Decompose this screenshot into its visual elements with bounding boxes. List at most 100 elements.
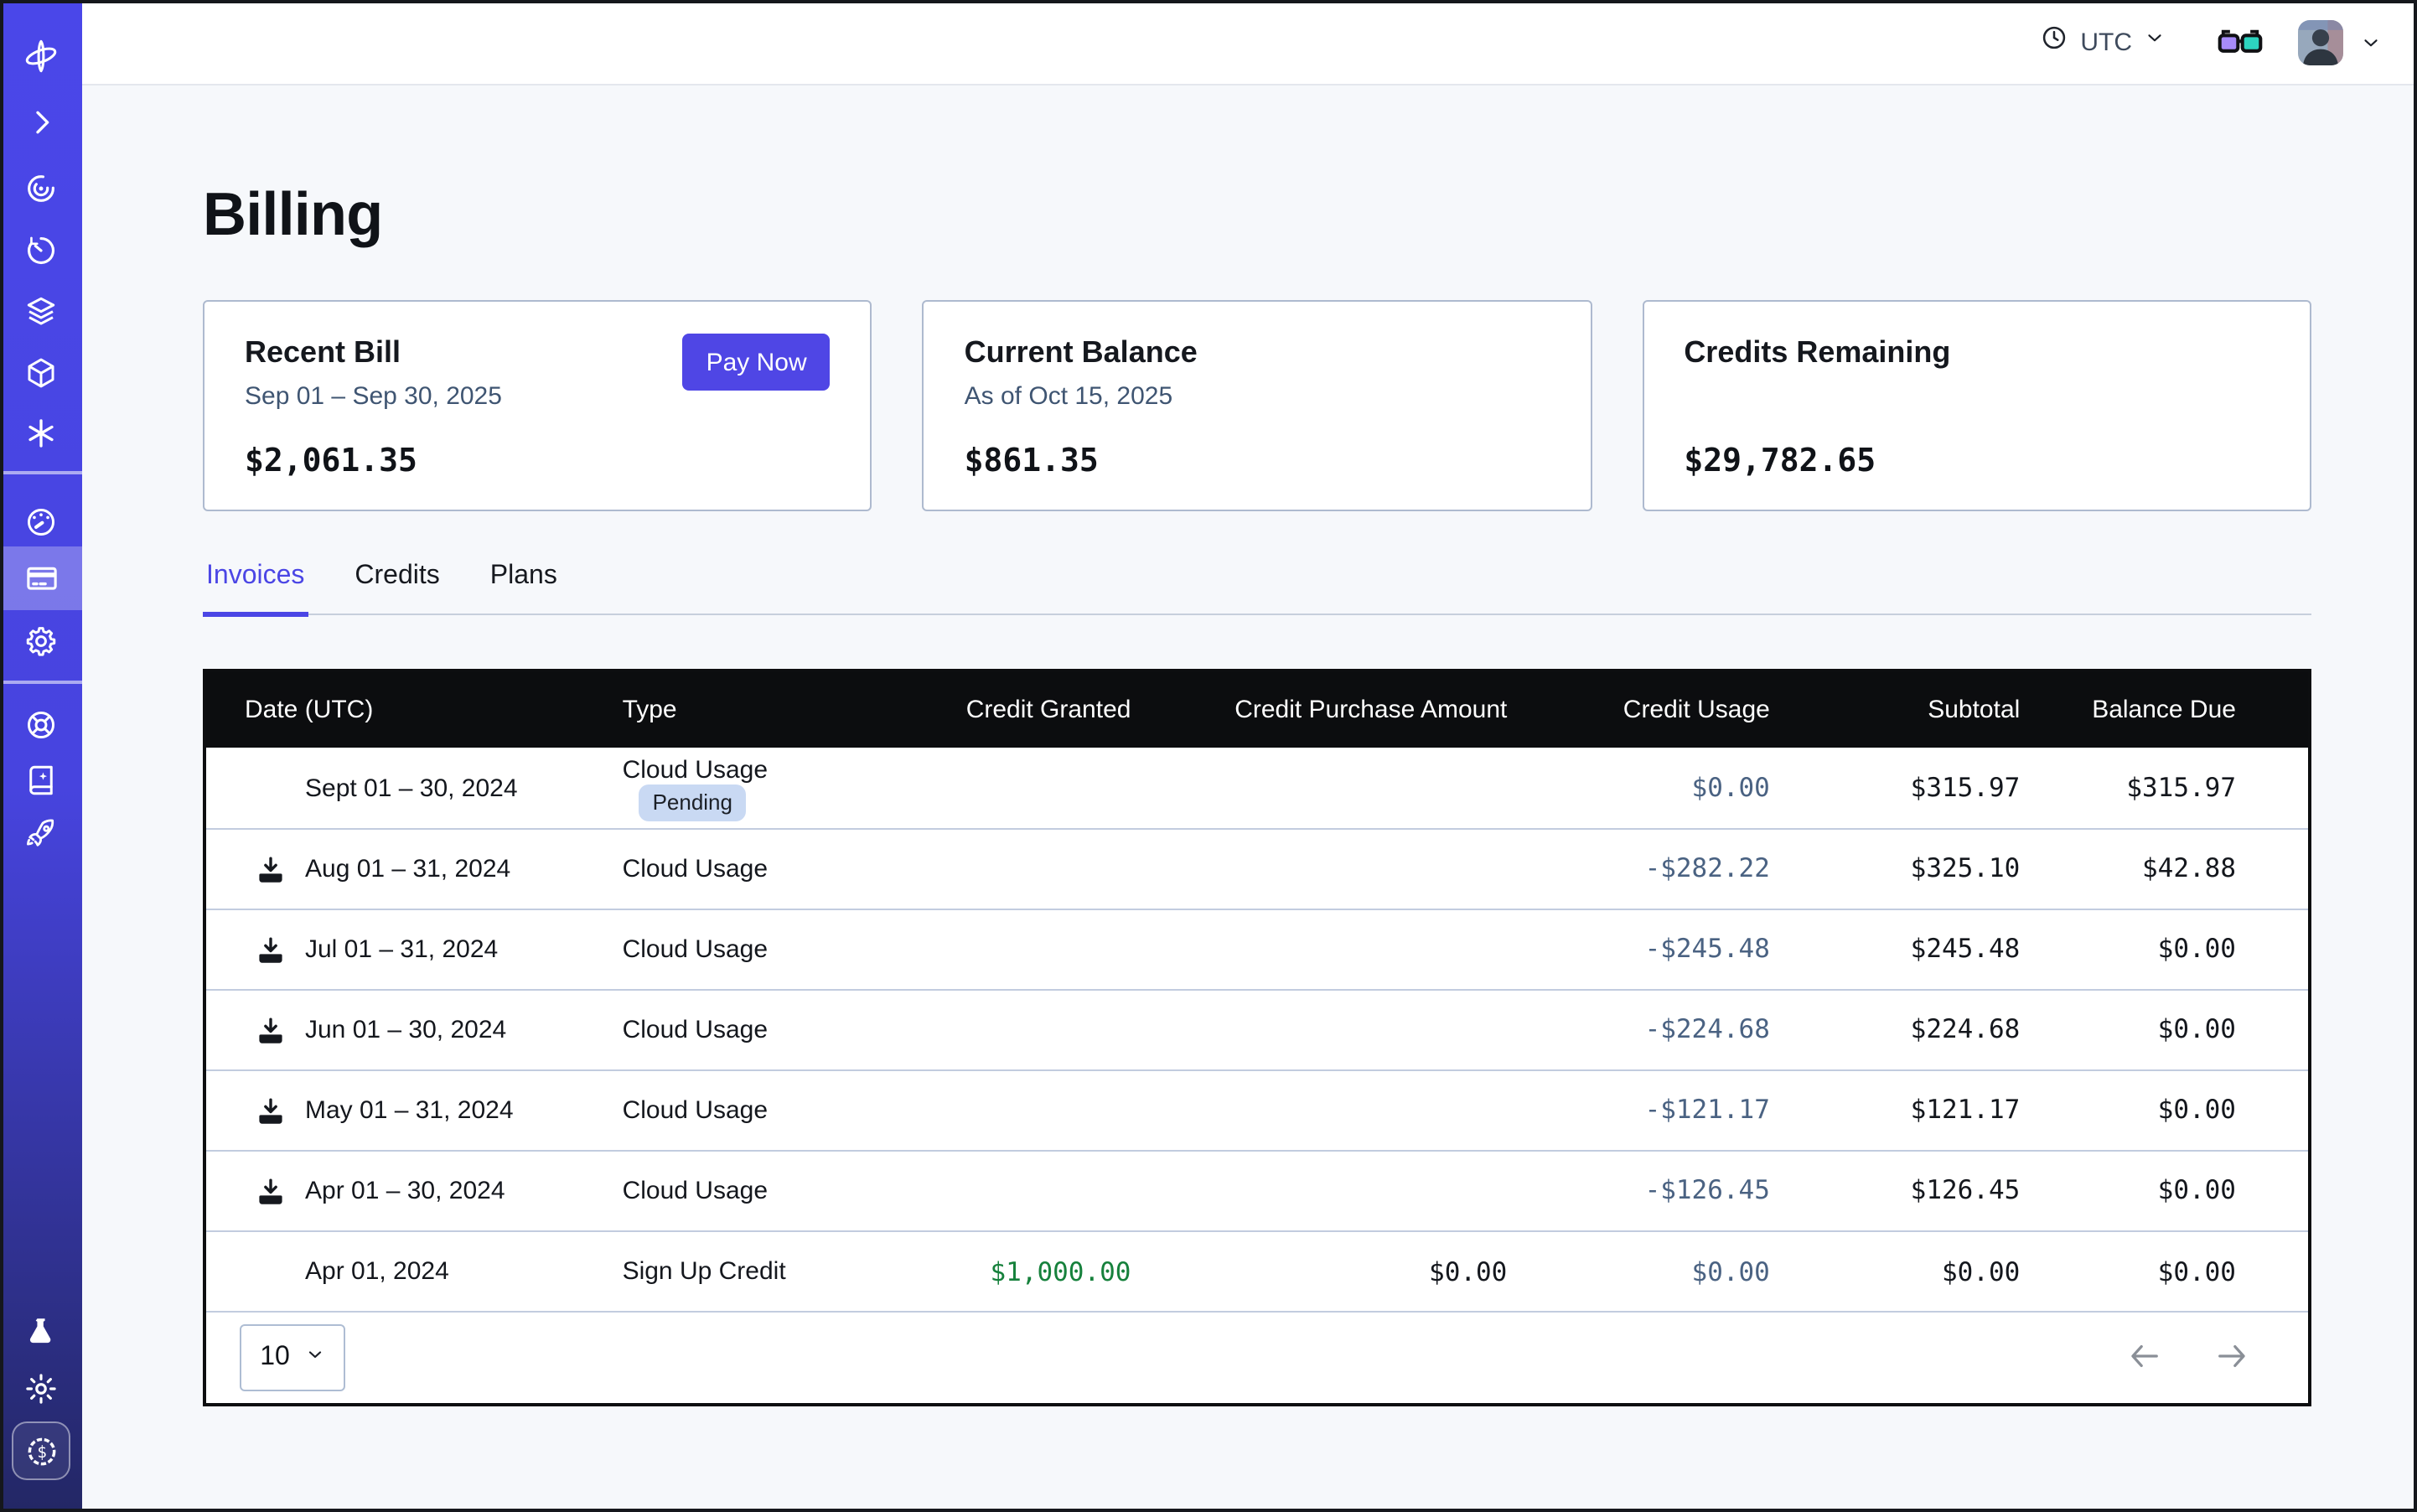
dollar-glyph: $ <box>36 1442 46 1461</box>
subtotal: $126.45 <box>1770 1151 2020 1231</box>
credit-purchase <box>1131 909 1507 990</box>
sidebar-divider <box>0 681 82 684</box>
book-sparkle-icon[interactable] <box>0 759 82 800</box>
tab-invoices[interactable]: Invoices <box>203 562 308 618</box>
card-title: Credits Remaining <box>1684 336 2269 371</box>
summary-cards: Recent Bill Sep 01 – Sep 30, 2025 $2,061… <box>203 301 2311 512</box>
invoice-type: Sign Up Credit <box>623 1231 875 1312</box>
rocket-icon[interactable] <box>0 813 82 853</box>
column-header-credit-purchase: Credit Purchase Amount <box>1131 673 1507 748</box>
chevron-down-icon <box>305 1344 325 1374</box>
timezone-selector[interactable]: UTC <box>2040 23 2166 60</box>
avatar[interactable] <box>2298 19 2343 65</box>
balance-due: $315.97 <box>2020 748 2308 829</box>
timezone-label: UTC <box>2080 28 2132 56</box>
invoices-table: Date (UTC) Type Credit Granted Credit Pu… <box>203 670 2311 1407</box>
dollar-badge-button[interactable]: $ <box>12 1421 70 1480</box>
content: Billing Recent Bill Sep 01 – Sep 30, 202… <box>82 85 2417 1512</box>
column-header-subtotal: Subtotal <box>1770 673 2020 748</box>
page-size-value: 10 <box>260 1344 290 1374</box>
invoice-date: Jun 01 – 30, 2024 <box>305 1016 506 1044</box>
sun-icon[interactable] <box>0 1368 82 1408</box>
download-invoice-icon[interactable] <box>256 855 285 883</box>
gauge-icon[interactable] <box>0 501 82 541</box>
invoice-date: May 01 – 31, 2024 <box>305 1096 514 1125</box>
current-balance-card: Current Balance As of Oct 15, 2025 $861.… <box>923 301 1592 512</box>
sidebar: $ <box>0 0 82 1512</box>
recent-bill-card: Recent Bill Sep 01 – Sep 30, 2025 $2,061… <box>203 301 872 512</box>
credit-granted <box>875 990 1131 1070</box>
credit-purchase <box>1131 990 1507 1070</box>
subtotal: $0.00 <box>1770 1231 2020 1312</box>
credit-usage: $0.00 <box>1507 1231 1770 1312</box>
download-invoice-icon[interactable] <box>256 1016 285 1044</box>
column-header-credit-granted: Credit Granted <box>875 673 1131 748</box>
credit-usage: -$245.48 <box>1507 909 1770 990</box>
invoice-type: Cloud Usage <box>623 909 875 990</box>
tab-plans[interactable]: Plans <box>487 562 561 618</box>
timer-icon[interactable] <box>0 230 82 270</box>
table-footer: 10 <box>206 1312 2308 1404</box>
flask-icon[interactable] <box>0 1311 82 1351</box>
download-invoice-icon[interactable] <box>256 1096 285 1125</box>
recent-bill-amount: $2,061.35 <box>245 443 417 480</box>
invoice-row: May 01 – 31, 2024 Cloud Usage -$121.17 $… <box>206 1070 2308 1151</box>
subtotal: $315.97 <box>1770 748 2020 829</box>
previous-page-arrow-icon[interactable] <box>2129 1344 2161 1370</box>
balance-due: $0.00 <box>2020 1231 2308 1312</box>
credit-purchase: $0.00 <box>1131 1231 1507 1312</box>
credit-granted: $1,000.00 <box>875 1231 1131 1312</box>
subtotal: $245.48 <box>1770 909 2020 990</box>
credit-usage: -$126.45 <box>1507 1151 1770 1231</box>
column-header-date: Date (UTC) <box>206 673 623 748</box>
balance-due: $42.88 <box>2020 829 2308 909</box>
billing-tabs: Invoices Credits Plans <box>203 562 2311 616</box>
column-header-type: Type <box>623 673 875 748</box>
invoice-type: Cloud Usage <box>623 1070 875 1151</box>
page-size-select[interactable]: 10 <box>240 1325 345 1392</box>
credit-granted <box>875 909 1131 990</box>
iris-icon[interactable] <box>0 168 82 208</box>
layers-icon[interactable] <box>0 290 82 330</box>
invoice-row: Jun 01 – 30, 2024 Cloud Usage -$224.68 $… <box>206 990 2308 1070</box>
logo-orbit-icon[interactable] <box>0 35 82 75</box>
download-invoice-icon[interactable] <box>256 1177 285 1205</box>
table-header-row: Date (UTC) Type Credit Granted Credit Pu… <box>206 673 2308 748</box>
invoice-date: Aug 01 – 31, 2024 <box>305 855 510 883</box>
invoice-type: Cloud Usage <box>623 990 875 1070</box>
invoice-row: Aug 01 – 31, 2024 Cloud Usage -$282.22 $… <box>206 829 2308 909</box>
column-header-credit-usage: Credit Usage <box>1507 673 1770 748</box>
download-invoice-icon[interactable] <box>256 935 285 964</box>
chevron-right-icon[interactable] <box>0 102 82 142</box>
next-page-arrow-icon[interactable] <box>2216 1344 2248 1370</box>
credit-purchase <box>1131 829 1507 909</box>
credit-granted <box>875 1151 1131 1231</box>
credits-remaining-card: Credits Remaining $29,782.65 <box>1642 301 2311 512</box>
invoice-type: Cloud Usage <box>623 829 875 909</box>
page-title: Billing <box>203 179 2311 249</box>
pay-now-button[interactable]: Pay Now <box>683 334 831 391</box>
credit-card-icon[interactable] <box>0 558 82 598</box>
chevron-down-icon[interactable] <box>2360 31 2382 53</box>
invoice-row: Sept 01 – 30, 2024 Cloud UsagePending $0… <box>206 748 2308 829</box>
tab-credits[interactable]: Credits <box>351 562 443 618</box>
invoice-type: Cloud Usage <box>623 755 768 784</box>
gear-icon[interactable] <box>0 620 82 660</box>
column-header-balance-due: Balance Due <box>2020 673 2308 748</box>
credit-purchase <box>1131 748 1507 829</box>
invoice-row: Apr 01 – 30, 2024 Cloud Usage -$126.45 $… <box>206 1151 2308 1231</box>
invoice-date: Apr 01 – 30, 2024 <box>305 1177 505 1205</box>
asterisk-icon[interactable] <box>0 412 82 453</box>
app-window: $ UTC <box>0 0 2417 1512</box>
invoice-row: Apr 01, 2024 Sign Up Credit $1,000.00 $0… <box>206 1231 2308 1312</box>
credit-purchase <box>1131 1070 1507 1151</box>
card-title: Current Balance <box>965 336 1550 371</box>
cube-icon[interactable] <box>0 352 82 392</box>
lifebuoy-icon[interactable] <box>0 704 82 744</box>
balance-as-of: As of Oct 15, 2025 <box>965 383 1550 412</box>
invoice-date: Jul 01 – 31, 2024 <box>305 935 498 964</box>
sidebar-divider <box>0 471 82 474</box>
glasses-icon[interactable] <box>2218 26 2263 58</box>
subtotal: $121.17 <box>1770 1070 2020 1151</box>
credit-usage: -$282.22 <box>1507 829 1770 909</box>
